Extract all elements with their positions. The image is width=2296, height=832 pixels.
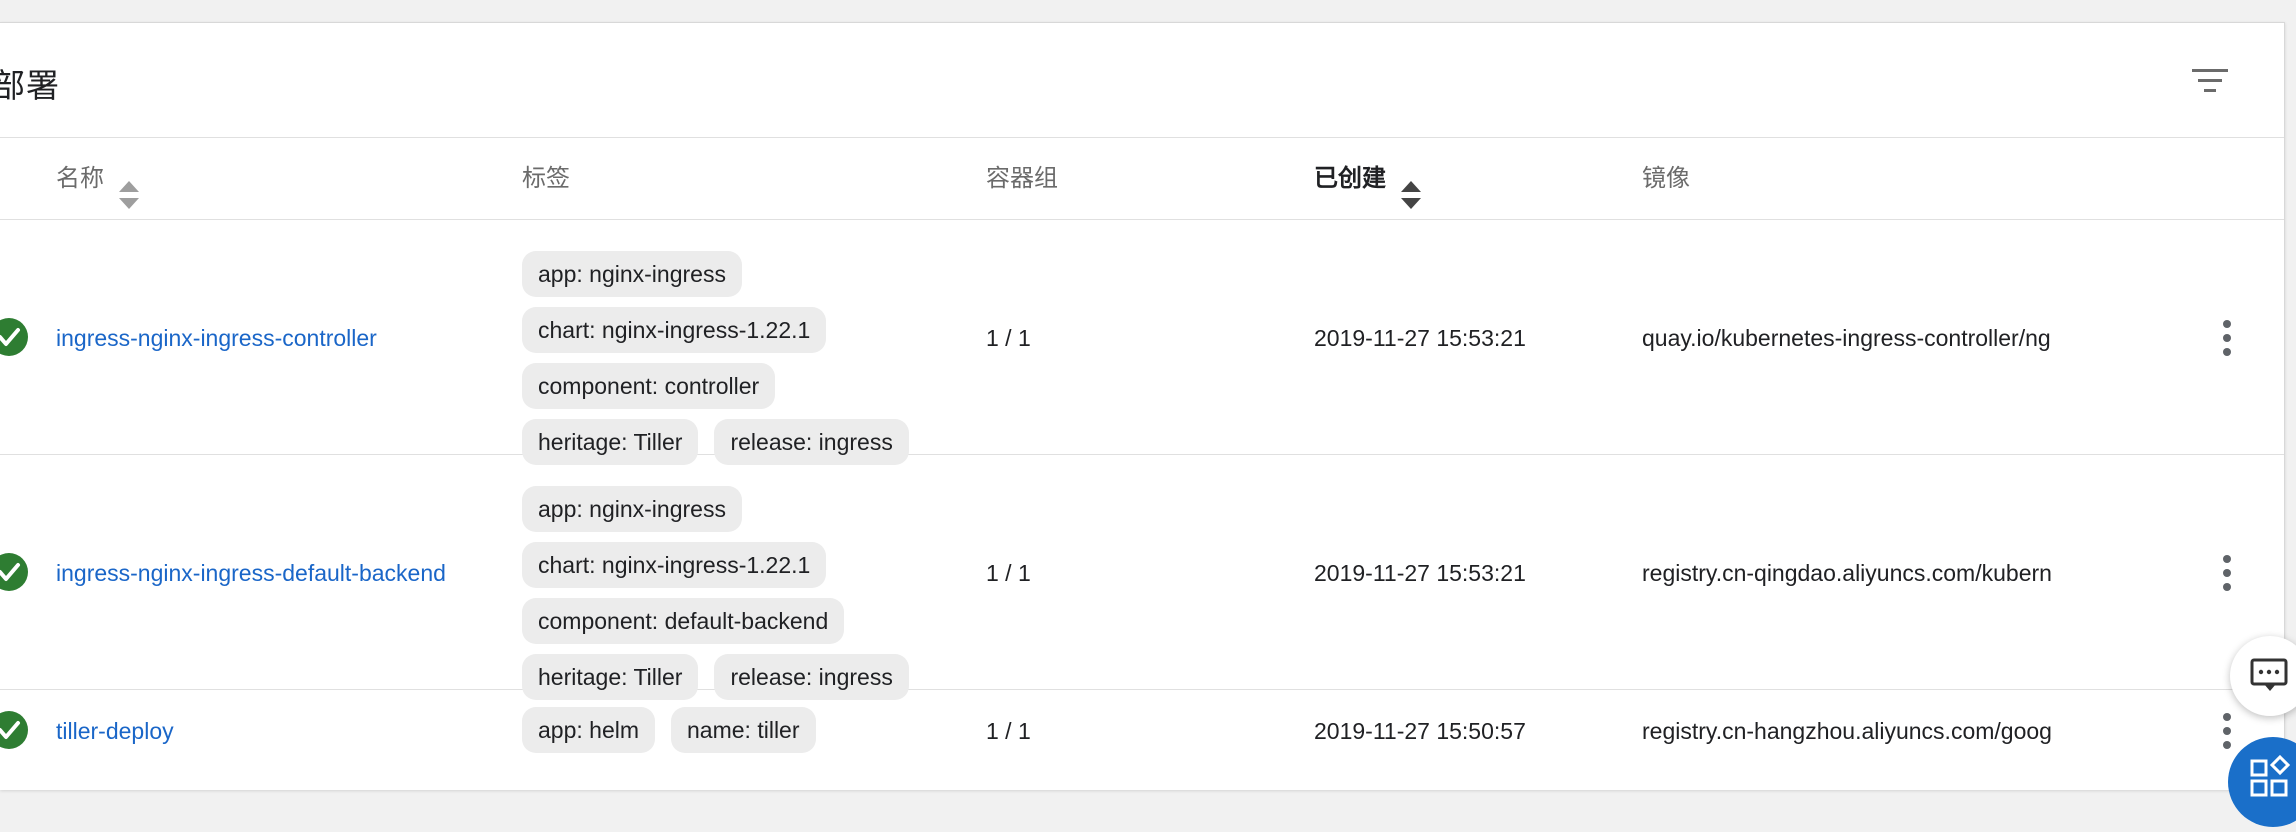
image-cell: quay.io/kubernetes-ingress-controller/ng: [1642, 325, 2051, 351]
filter-icon[interactable]: [2188, 61, 2232, 101]
pods-cell: 1 / 1: [986, 560, 1031, 586]
created-cell: 2019-11-27 15:53:21: [1314, 325, 1526, 351]
labels-cell: app: nginx-ingress chart: nginx-ingress-…: [522, 486, 962, 710]
column-header-name[interactable]: 名称: [56, 138, 140, 220]
deployment-name-link[interactable]: ingress-nginx-ingress-default-backend: [56, 560, 446, 587]
deployment-name-link[interactable]: ingress-nginx-ingress-controller: [56, 325, 377, 352]
label-chip: component: controller: [522, 363, 776, 409]
created-cell: 2019-11-27 15:50:57: [1314, 718, 1526, 744]
column-header-labels: 标签: [522, 165, 570, 192]
label-chip: app: nginx-ingress: [522, 486, 742, 532]
label-chip: chart: nginx-ingress-1.22.1: [522, 542, 827, 588]
apps-icon[interactable]: [2228, 737, 2296, 827]
deployment-name-link[interactable]: tiller-deploy: [56, 718, 174, 745]
column-header-images: 镜像: [1642, 165, 1690, 192]
label-chip: app: nginx-ingress: [522, 251, 742, 297]
page-title: 部署: [0, 67, 60, 104]
chat-icon[interactable]: [2230, 636, 2296, 716]
table-row: tiller-deploy app: helm name: tiller 1 /…: [0, 690, 2284, 790]
more-vert-icon[interactable]: [2212, 553, 2242, 593]
check-circle-icon: [0, 553, 28, 591]
labels-cell: app: nginx-ingress chart: nginx-ingress-…: [522, 251, 962, 475]
deployments-card: 部署 名称 标签 容器组 已创建: [0, 22, 2285, 790]
pods-cell: 1 / 1: [986, 325, 1031, 351]
column-header-pods: 容器组: [986, 165, 1058, 192]
image-cell: registry.cn-qingdao.aliyuncs.com/kubern: [1642, 560, 2052, 586]
label-chip: app: helm: [522, 707, 656, 753]
check-circle-icon: [0, 318, 28, 356]
label-chip: chart: nginx-ingress-1.22.1: [522, 307, 827, 353]
pods-cell: 1 / 1: [986, 718, 1031, 744]
label-chip: name: tiller: [671, 707, 816, 753]
label-chip: component: default-backend: [522, 598, 845, 644]
card-header: 部署: [0, 23, 2284, 138]
created-cell: 2019-11-27 15:53:21: [1314, 560, 1526, 586]
table-header: 名称 标签 容器组 已创建 镜像: [0, 138, 2284, 220]
sort-icon[interactable]: [1400, 163, 1422, 209]
table-row: ingress-nginx-ingress-controller app: ng…: [0, 220, 2284, 465]
more-vert-icon[interactable]: [2212, 318, 2242, 358]
table-row: ingress-nginx-ingress-default-backend ap…: [0, 455, 2284, 700]
column-header-created[interactable]: 已创建: [1314, 138, 1422, 220]
labels-cell: app: helm name: tiller: [522, 707, 962, 763]
check-circle-icon: [0, 711, 28, 749]
sort-icon[interactable]: [118, 163, 140, 209]
image-cell: registry.cn-hangzhou.aliyuncs.com/goog: [1642, 718, 2052, 744]
